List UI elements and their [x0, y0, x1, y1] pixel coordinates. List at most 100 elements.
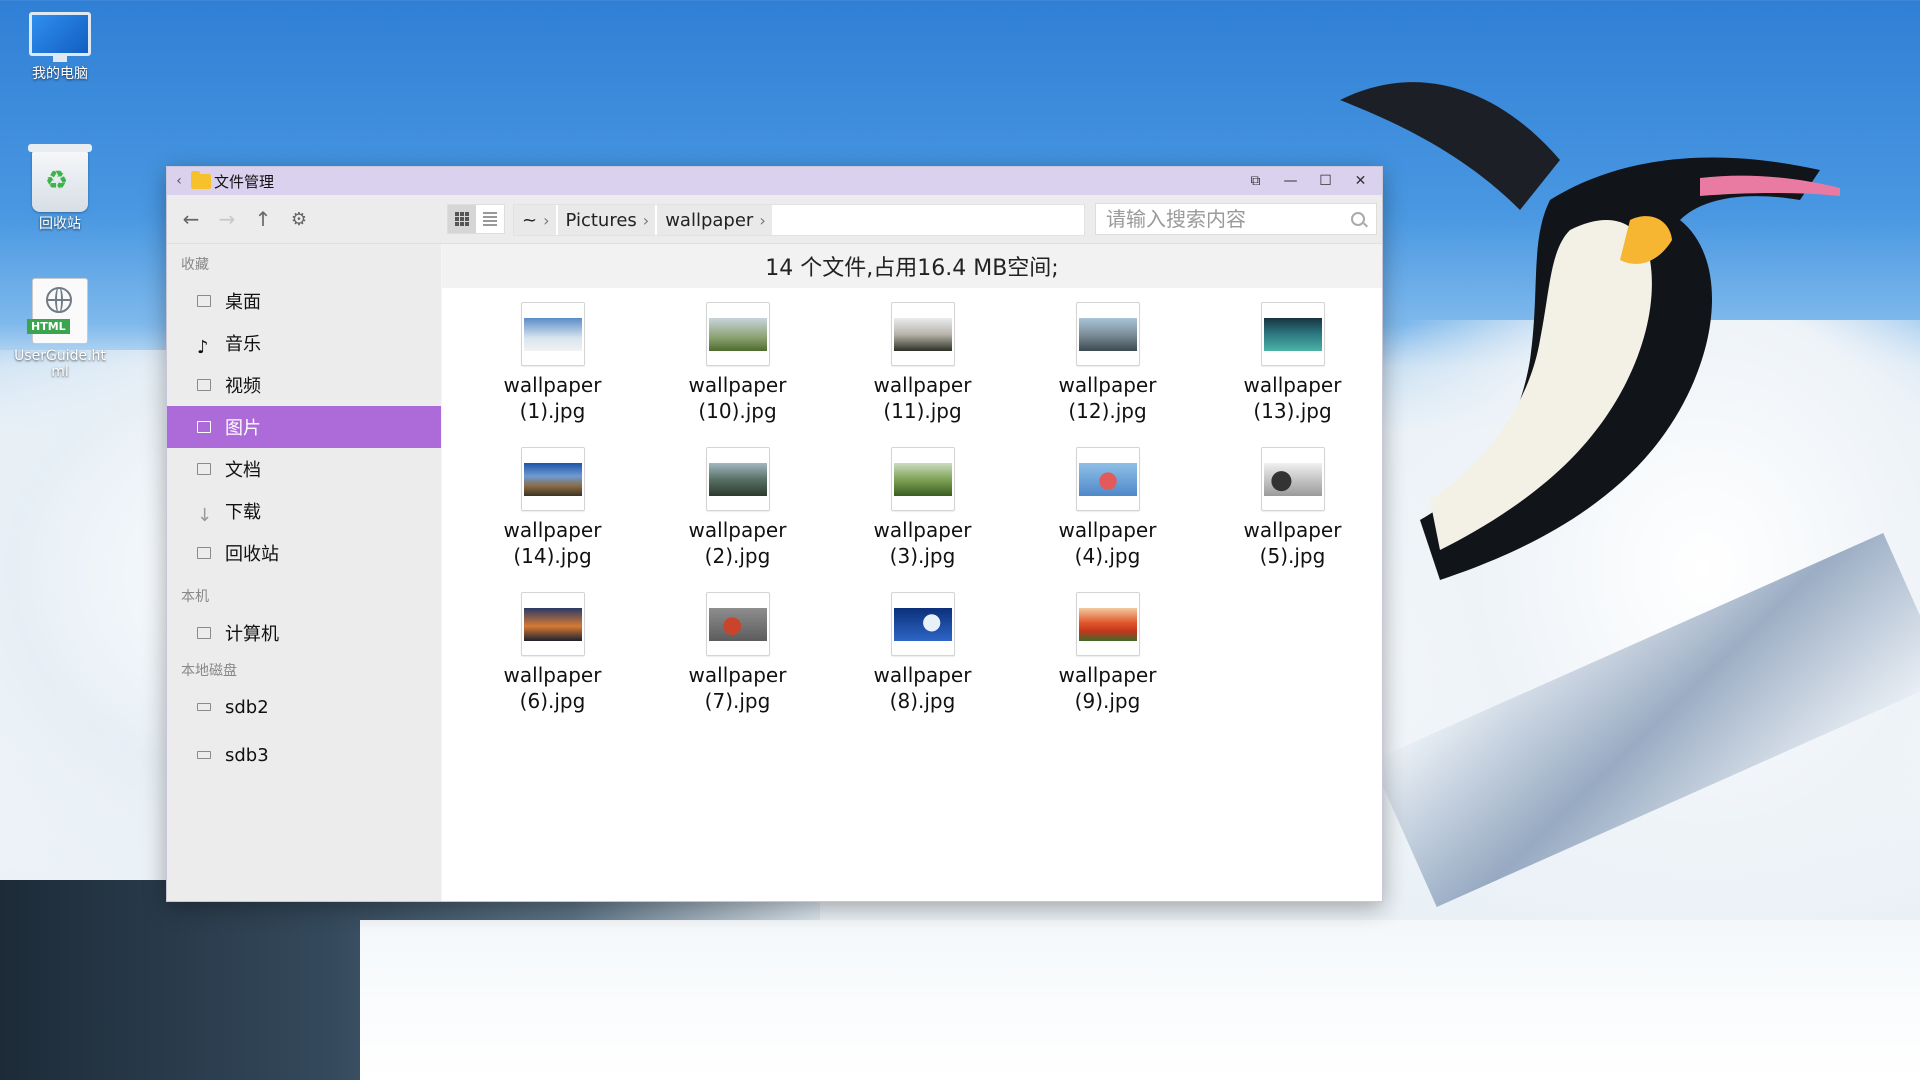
- file-item[interactable]: wallpaper (12).jpg: [1015, 302, 1200, 424]
- window-controls: ⧉ — ☐ ✕: [1238, 167, 1378, 195]
- image-thumbnail: [520, 592, 585, 656]
- sidebar-item-label: 音乐: [225, 334, 261, 355]
- search-icon[interactable]: [1351, 212, 1365, 226]
- desktop-icon-label: 回收站: [39, 216, 81, 232]
- desktop-icon-userguide[interactable]: HTML UserGuide.html: [10, 278, 110, 380]
- sidebar-item-label: 视频: [225, 376, 261, 397]
- sidebar-item-downloads[interactable]: ↓ 下载: [167, 490, 441, 532]
- close-icon[interactable]: ✕: [1343, 167, 1378, 195]
- file-name: wallpaper (11).jpg: [873, 373, 972, 423]
- image-thumbnail: [1260, 447, 1325, 511]
- sidebar-item-label: 计算机: [225, 624, 279, 645]
- sidebar-item-label: 回收站: [225, 544, 279, 565]
- breadcrumb-item-wallpaper[interactable]: wallpaper ›: [657, 205, 772, 235]
- maximize-icon[interactable]: ☐: [1308, 167, 1343, 195]
- html-file-icon: HTML: [27, 278, 88, 344]
- image-thumbnail: [890, 447, 955, 511]
- music-icon: ♪: [197, 337, 209, 358]
- image-thumbnail: [705, 592, 770, 656]
- picture-icon: [197, 421, 211, 433]
- file-item[interactable]: wallpaper (1).jpg: [460, 302, 645, 424]
- desktop-icon-recycle-bin[interactable]: ♻ 回收站: [10, 144, 110, 232]
- chevron-right-icon: ›: [642, 210, 650, 230]
- breadcrumb-item-home[interactable]: ~ ›: [514, 205, 556, 235]
- file-name: wallpaper (1).jpg: [503, 373, 602, 423]
- sidebar-item-pictures[interactable]: 图片: [167, 406, 441, 448]
- minimize-icon[interactable]: —: [1273, 167, 1308, 195]
- file-item[interactable]: wallpaper (14).jpg: [460, 447, 645, 569]
- sidebar: 收藏 桌面 ♪ 音乐 视频 图片 文档 ↓ 下载 回收站 本机 计算机 本地磁盘 s…: [167, 244, 441, 901]
- sidebar-item-trash[interactable]: 回收站: [167, 532, 441, 574]
- sidebar-item-label: 下载: [225, 502, 261, 523]
- sidebar-item-label: sdb3: [225, 744, 269, 766]
- breadcrumb-label: wallpaper: [665, 209, 754, 231]
- file-name: wallpaper (10).jpg: [688, 373, 787, 423]
- sidebar-item-label: sdb2: [225, 696, 269, 718]
- file-item[interactable]: wallpaper (8).jpg: [830, 592, 1015, 714]
- sidebar-item-music[interactable]: ♪ 音乐: [167, 322, 441, 364]
- file-grid: wallpaper (1).jpg wallpaper (10).jpg wallp…: [460, 302, 1380, 714]
- file-name: wallpaper (8).jpg: [873, 663, 972, 713]
- image-thumbnail: [1260, 302, 1325, 366]
- desktop-icon-my-computer[interactable]: 我的电脑: [10, 12, 110, 82]
- pin-icon[interactable]: ⧉: [1238, 167, 1273, 195]
- desktop-icon-label: 我的电脑: [32, 66, 88, 82]
- back-arrow-icon[interactable]: ←: [173, 201, 209, 237]
- file-item[interactable]: wallpaper (11).jpg: [830, 302, 1015, 424]
- file-item[interactable]: wallpaper (2).jpg: [645, 447, 830, 569]
- toolbar: ← → ↑ ⚙ ~ › Pictures › wallpaper ›: [167, 195, 1382, 244]
- file-item[interactable]: wallpaper (9).jpg: [1015, 592, 1200, 714]
- sidebar-item-video[interactable]: 视频: [167, 364, 441, 406]
- chevron-right-icon: ›: [759, 210, 766, 230]
- sidebar-item-desktop[interactable]: 桌面: [167, 280, 441, 322]
- file-name: wallpaper (7).jpg: [688, 663, 787, 713]
- image-thumbnail: [520, 302, 585, 366]
- file-item[interactable]: wallpaper (4).jpg: [1015, 447, 1200, 569]
- sidebar-item-label: 图片: [225, 418, 261, 439]
- folder-icon: [191, 170, 211, 189]
- file-name: wallpaper (5).jpg: [1243, 518, 1342, 568]
- image-thumbnail: [890, 302, 955, 366]
- file-item[interactable]: wallpaper (13).jpg: [1200, 302, 1385, 424]
- file-item[interactable]: wallpaper (5).jpg: [1200, 447, 1385, 569]
- html-badge: HTML: [27, 319, 70, 334]
- file-item[interactable]: wallpaper (6).jpg: [460, 592, 645, 714]
- image-thumbnail: [1075, 302, 1140, 366]
- chevron-right-icon: ›: [543, 210, 550, 230]
- title-bar[interactable]: ‹ 文件管理 ⧉ — ☐ ✕: [167, 167, 1382, 195]
- window-title: 文件管理: [214, 172, 275, 191]
- breadcrumb: ~ › Pictures › wallpaper ›: [513, 204, 1085, 236]
- sidebar-section-this-machine: 本机: [181, 589, 209, 605]
- document-icon: [197, 463, 211, 475]
- file-name: wallpaper (9).jpg: [1058, 663, 1157, 713]
- file-item[interactable]: wallpaper (7).jpg: [645, 592, 830, 714]
- forward-arrow-icon[interactable]: →: [209, 201, 245, 237]
- search-input[interactable]: [1096, 206, 1343, 232]
- file-view: 14 个文件,占用16.4 MB空间; wallpaper (1).jpg wal…: [442, 244, 1382, 901]
- image-thumbnail: [1075, 447, 1140, 511]
- desktop-icon-label: UserGuide.html: [14, 348, 106, 380]
- chevron-left-icon[interactable]: ‹: [167, 173, 191, 189]
- file-name: wallpaper (2).jpg: [688, 518, 787, 568]
- sidebar-item-documents[interactable]: 文档: [167, 448, 441, 490]
- sidebar-item-sdb3[interactable]: sdb3: [167, 734, 441, 776]
- folder-summary: 14 个文件,占用16.4 MB空间;: [442, 244, 1382, 288]
- breadcrumb-item-pictures[interactable]: Pictures ›: [557, 205, 656, 235]
- list-view-button[interactable]: [476, 205, 504, 233]
- list-icon: [483, 212, 497, 226]
- settings-gear-icon[interactable]: ⚙: [281, 201, 317, 237]
- file-item[interactable]: wallpaper (10).jpg: [645, 302, 830, 424]
- download-icon: ↓: [197, 505, 213, 526]
- image-thumbnail: [705, 302, 770, 366]
- sidebar-item-label: 文档: [225, 460, 261, 481]
- file-item[interactable]: wallpaper (3).jpg: [830, 447, 1015, 569]
- grid-view-button[interactable]: [448, 205, 476, 233]
- sidebar-section-local-disks: 本地磁盘: [181, 663, 237, 679]
- sidebar-item-computer[interactable]: 计算机: [167, 612, 441, 654]
- sidebar-item-label: 桌面: [225, 292, 261, 313]
- sidebar-item-sdb2[interactable]: sdb2: [167, 686, 441, 728]
- up-arrow-icon[interactable]: ↑: [245, 201, 281, 237]
- search-box: [1095, 203, 1377, 235]
- file-name: wallpaper (3).jpg: [873, 518, 972, 568]
- image-thumbnail: [520, 447, 585, 511]
